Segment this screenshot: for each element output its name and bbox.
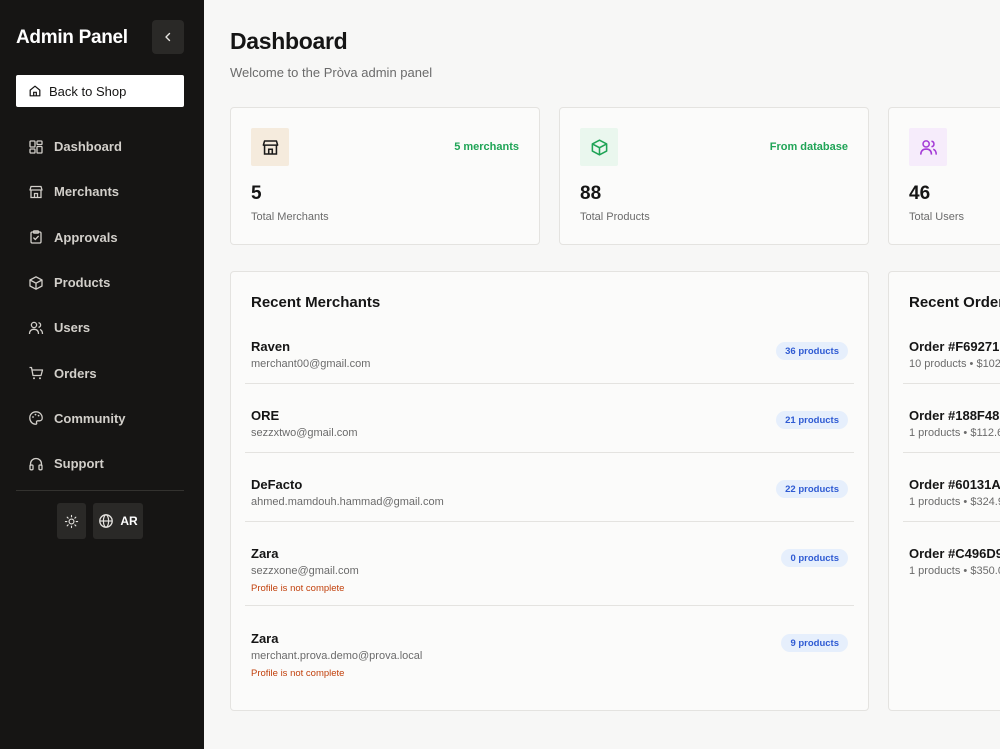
recent-orders-panel: Recent Orders Order #F69271 10 products …	[888, 271, 1000, 711]
back-to-shop-button[interactable]: Back to Shop	[16, 75, 184, 107]
stat-label: Total Merchants	[251, 211, 329, 223]
list-item[interactable]: Order #60131A 1 products • $324.9	[903, 477, 1000, 522]
order-id: Order #F69271	[909, 339, 1000, 354]
product-count-badge[interactable]: 22 products	[776, 480, 848, 498]
order-detail: 1 products • $112.60	[909, 427, 1000, 439]
stat-value: 5	[251, 183, 262, 204]
headphones-icon	[29, 457, 43, 471]
order-id: Order #C496D9	[909, 546, 1000, 561]
sidebar-item-label: Users	[54, 320, 91, 336]
store-icon	[262, 139, 278, 155]
chevron-left-icon	[165, 32, 171, 42]
stat-value: 46	[909, 183, 931, 204]
list-item[interactable]: Zara merchant.prova.demo@prova.local Pro…	[245, 631, 854, 691]
sidebar-item-label: Products	[54, 275, 111, 291]
list-item[interactable]: ORE sezzxtwo@gmail.com 21 products	[245, 408, 854, 453]
merchant-email: ahmed.mamdouh.hammad@gmail.com	[251, 496, 444, 508]
sidebar-item-label: Approvals	[54, 229, 118, 245]
stat-value: 88	[580, 183, 602, 204]
globe-icon	[99, 514, 114, 528]
list-item[interactable]: DeFacto ahmed.mamdouh.hammad@gmail.com 2…	[245, 477, 854, 522]
stat-card-users: 46 Total Users	[888, 107, 1000, 245]
list-item[interactable]: Raven merchant00@gmail.com 36 products	[245, 339, 854, 384]
sidebar-item-products[interactable]: Products	[16, 260, 184, 305]
language-label: AR	[120, 514, 138, 528]
merchant-email: merchant00@gmail.com	[251, 358, 371, 370]
palette-icon	[29, 411, 43, 426]
sidebar-item-approvals[interactable]: Approvals	[16, 215, 184, 260]
sidebar: Admin Panel Back to Shop Dashboard Merch…	[0, 0, 204, 749]
sun-icon	[64, 514, 79, 528]
sidebar-item-label: Merchants	[54, 184, 120, 200]
sidebar-tools: AR	[57, 503, 143, 539]
list-item[interactable]: Zara sezzxone@gmail.com Profile is not c…	[245, 546, 854, 606]
sidebar-item-community[interactable]: Community	[16, 396, 184, 441]
recent-merchants-panel: Recent Merchants Raven merchant00@gmail.…	[230, 271, 869, 711]
stat-card-merchants: 5 merchants 5 Total Merchants	[230, 107, 540, 245]
theme-toggle-button[interactable]	[57, 503, 86, 539]
product-count-badge[interactable]: 0 products	[781, 549, 848, 567]
stat-icon-box	[909, 128, 947, 166]
sidebar-divider	[16, 490, 184, 491]
product-count-badge[interactable]: 36 products	[776, 342, 848, 360]
merchant-email: sezzxtwo@gmail.com	[251, 427, 358, 439]
merchant-name: Raven	[251, 339, 291, 354]
list-item[interactable]: Order #F69271 10 products • $1026	[903, 339, 1000, 384]
merchant-email: merchant.prova.demo@prova.local	[251, 650, 423, 662]
cart-icon	[29, 366, 44, 380]
stat-note: 5 merchants	[454, 141, 519, 153]
sidebar-item-label: Orders	[54, 365, 97, 381]
merchant-email: sezzxone@gmail.com	[251, 565, 359, 577]
collapse-sidebar-button[interactable]	[152, 20, 184, 54]
merchant-name: Zara	[251, 546, 279, 561]
sidebar-item-support[interactable]: Support	[16, 441, 184, 486]
stat-icon-box	[580, 128, 618, 166]
brand-title: Admin Panel	[16, 27, 128, 48]
order-id: Order #188F48	[909, 408, 1000, 423]
sidebar-item-label: Community	[54, 410, 126, 426]
sidebar-item-label: Support	[54, 456, 104, 472]
stat-card-products: From database 88 Total Products	[559, 107, 869, 245]
language-toggle-button[interactable]: AR	[93, 503, 143, 539]
list-item[interactable]: Order #188F48 1 products • $112.60	[903, 408, 1000, 453]
product-count-badge[interactable]: 21 products	[776, 411, 848, 429]
sidebar-item-merchants[interactable]: Merchants	[16, 169, 184, 214]
box-icon	[29, 275, 43, 290]
main-content: Dashboard Welcome to the Pròva admin pan…	[204, 0, 1000, 749]
merchant-name: DeFacto	[251, 477, 303, 492]
merchant-name: ORE	[251, 408, 280, 423]
stat-label: Total Products	[580, 211, 650, 223]
users-icon	[919, 139, 937, 155]
dashboard-icon	[29, 139, 43, 154]
stat-label: Total Users	[909, 211, 965, 223]
list-item[interactable]: Order #C496D9 1 products • $350.0	[903, 546, 1000, 591]
store-icon	[29, 185, 43, 199]
order-detail: 10 products • $1026	[909, 358, 1000, 370]
order-id: Order #60131A	[909, 477, 1000, 492]
stat-note: From database	[769, 141, 848, 153]
sidebar-item-dashboard[interactable]: Dashboard	[16, 124, 184, 169]
back-to-shop-label: Back to Shop	[49, 83, 127, 99]
users-icon	[28, 321, 44, 334]
profile-warning: Profile is not complete	[251, 668, 345, 679]
sidebar-nav: Dashboard Merchants Approvals Products U…	[16, 124, 184, 486]
order-detail: 1 products • $350.0	[909, 565, 1000, 577]
box-icon	[591, 138, 607, 156]
product-count-badge[interactable]: 9 products	[781, 634, 848, 652]
home-icon	[29, 85, 41, 97]
sidebar-item-label: Dashboard	[54, 139, 122, 155]
page-title: Dashboard	[230, 28, 348, 54]
stat-icon-box	[251, 128, 289, 166]
profile-warning: Profile is not complete	[251, 583, 345, 594]
order-detail: 1 products • $324.9	[909, 496, 1000, 508]
sidebar-item-users[interactable]: Users	[16, 305, 184, 350]
panel-title: Recent Merchants	[251, 294, 381, 311]
clipboard-check-icon	[30, 230, 42, 244]
sidebar-item-orders[interactable]: Orders	[16, 350, 184, 395]
page-subtitle: Welcome to the Pròva admin panel	[230, 65, 433, 80]
merchant-name: Zara	[251, 631, 279, 646]
panel-title: Recent Orders	[909, 294, 1000, 311]
